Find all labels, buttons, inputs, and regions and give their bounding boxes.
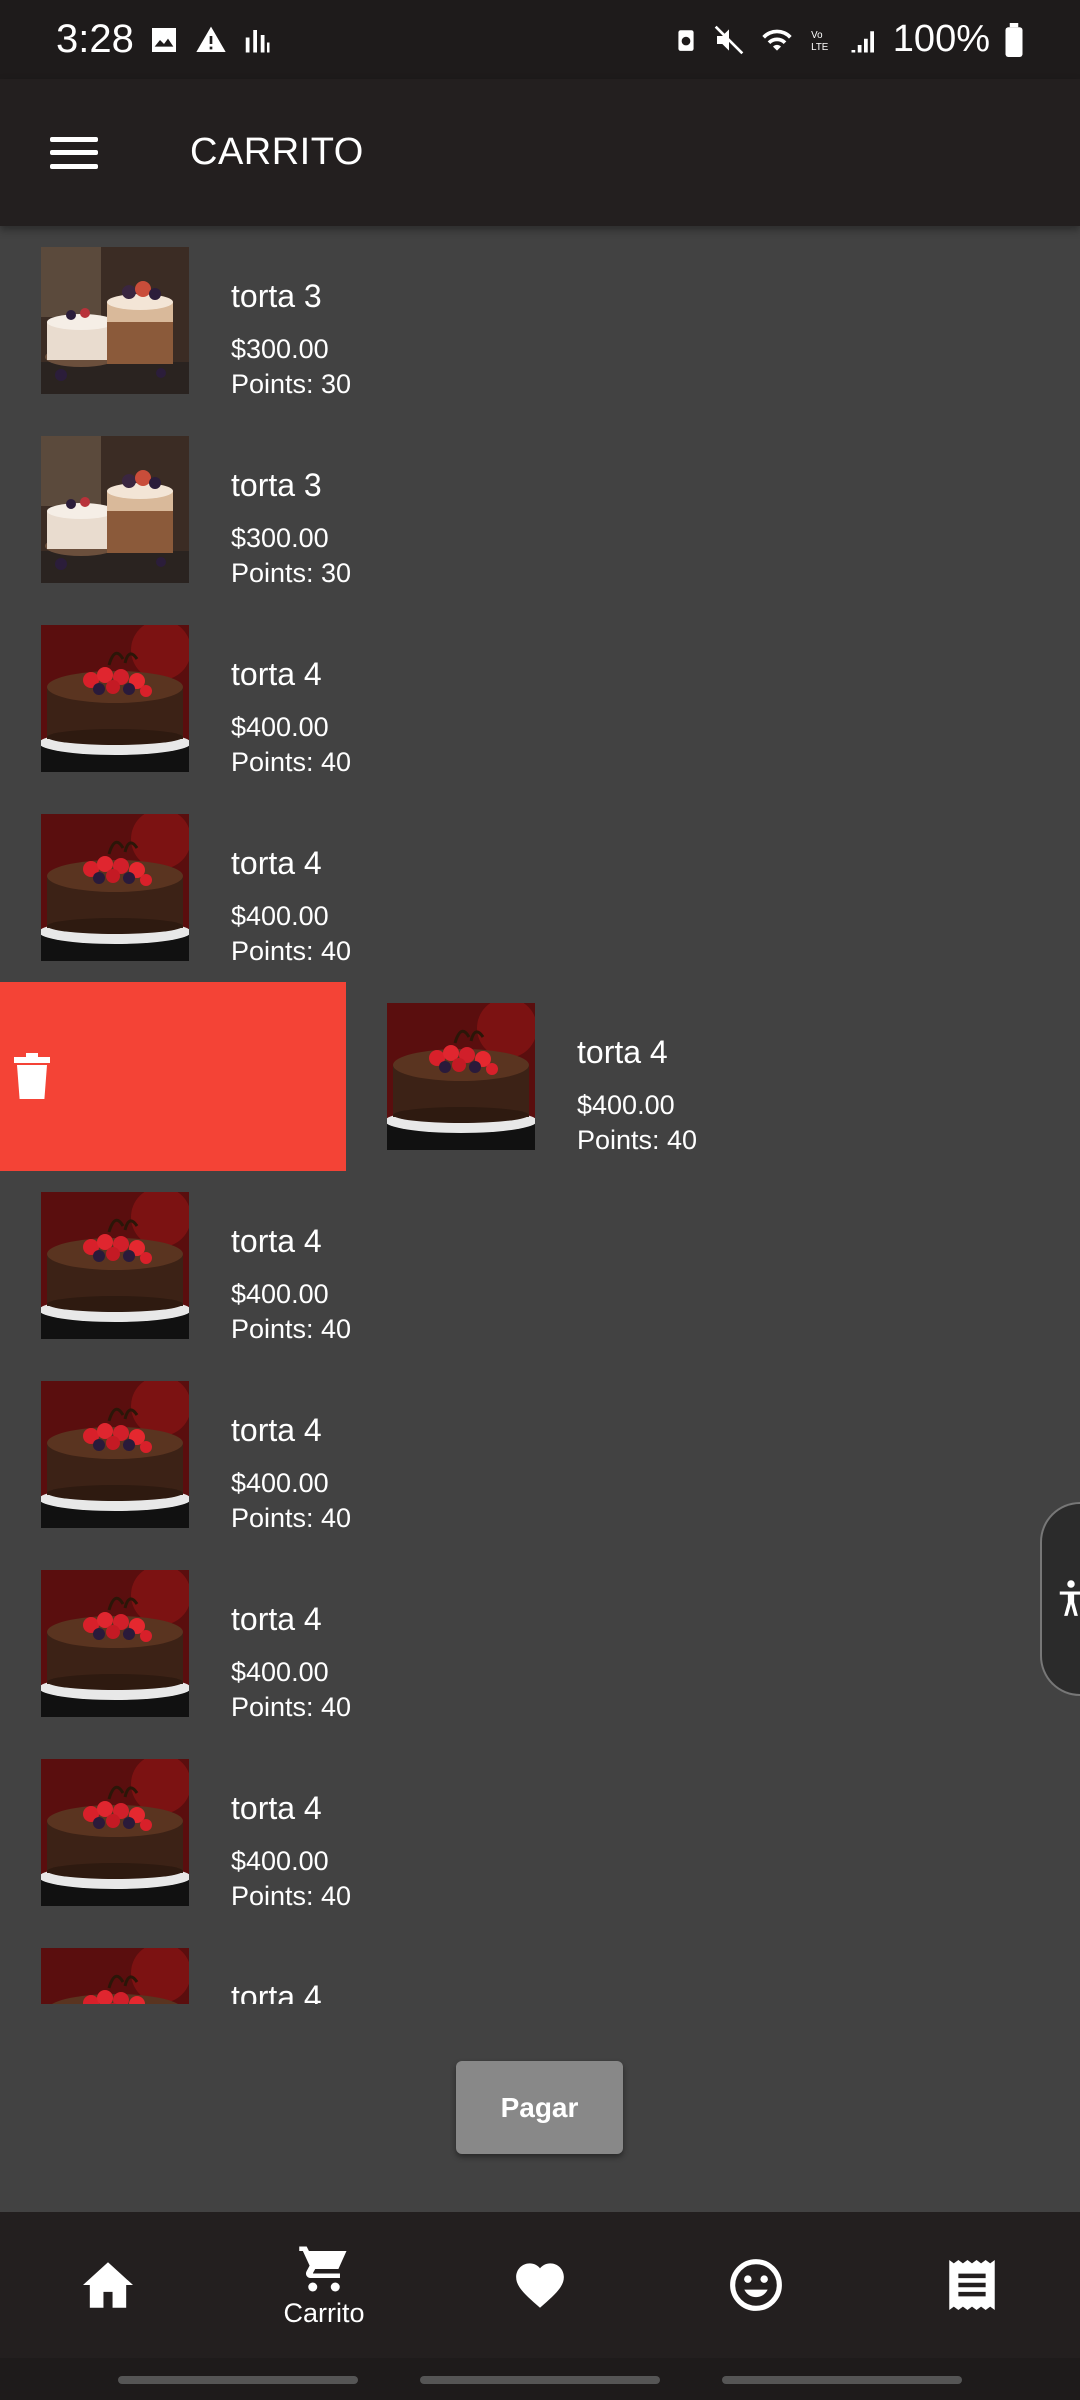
cake-image [41, 1192, 189, 1339]
item-price: $300.00 [231, 334, 329, 364]
item-price: $400.00 [231, 1468, 329, 1498]
cart-item[interactable]: torta 4 $400.00 Points: 40 [0, 1171, 1080, 1360]
nav-home[interactable] [0, 2212, 216, 2358]
status-time: 3:28 [56, 17, 134, 61]
item-points: Points: 40 [231, 747, 352, 777]
item-name: torta 4 [231, 1601, 322, 1637]
cart-icon [299, 2246, 347, 2291]
cake-image [41, 247, 189, 394]
signal-icon [851, 30, 874, 52]
item-points: Points: 40 [231, 1503, 352, 1533]
cake-image [41, 814, 189, 961]
cart-item-content[interactable]: torta 4 $400.00 Points: 40 [346, 982, 1080, 1171]
system-gesture-bar [0, 2358, 1080, 2400]
nav-orders[interactable] [864, 2212, 1080, 2358]
item-price: $400.00 [231, 1846, 329, 1876]
cart-item-content[interactable]: torta 4 $400.00 Points: 40 [0, 793, 1080, 982]
cart-item[interactable]: torta 4 [0, 1927, 1080, 2004]
cart-item-content[interactable]: torta 4 $400.00 Points: 40 [0, 604, 1080, 793]
item-points: Points: 30 [231, 558, 352, 588]
item-points: Points: 40 [231, 936, 352, 966]
cart-item-content[interactable]: torta 4 $400.00 Points: 40 [0, 1738, 1080, 1927]
item-points: Points: 40 [231, 1692, 352, 1722]
cart-list[interactable]: torta 3 $300.00 Points: 30 torta 3 $300.00 Po… [0, 226, 1080, 2004]
item-price: $400.00 [231, 1657, 329, 1687]
cake-image [41, 1759, 189, 1906]
item-points: Points: 30 [231, 369, 352, 399]
wifi-icon [762, 29, 792, 51]
bars-notification-icon [245, 29, 270, 52]
gesture-pill [722, 2376, 962, 2384]
status-bar: 3:28 Vo LTE 100% [0, 0, 1080, 79]
swipe-delete-action[interactable] [0, 982, 346, 1171]
cake-image [387, 1003, 535, 1150]
cart-item[interactable]: torta 4 $400.00 Points: 40 [0, 1738, 1080, 1927]
item-points: Points: 40 [231, 1314, 352, 1344]
cart-item[interactable]: torta 4 $400.00 Points: 40 [0, 982, 1080, 1171]
nav-profile[interactable] [648, 2212, 864, 2358]
item-name: torta 3 [231, 278, 322, 314]
svg-text:LTE: LTE [811, 41, 829, 52]
item-name: torta 4 [231, 1412, 322, 1448]
cart-item-content[interactable]: torta 3 $300.00 Points: 30 [0, 226, 1080, 415]
cart-item[interactable]: torta 4 $400.00 Points: 40 [0, 604, 1080, 793]
menu-icon[interactable] [50, 136, 98, 169]
page-title: CARRITO [190, 131, 364, 173]
item-name: torta 4 [231, 845, 322, 881]
cake-image [41, 1948, 189, 2004]
home-icon [83, 2262, 133, 2308]
item-price: $400.00 [577, 1090, 675, 1120]
item-name: torta 3 [231, 467, 322, 503]
bottom-navigation: Carrito [0, 2212, 1080, 2358]
trash-icon [14, 1053, 50, 1099]
nav-cart[interactable]: Carrito [216, 2212, 432, 2358]
cake-image [41, 625, 189, 772]
cart-item[interactable]: torta 3 $300.00 Points: 30 [0, 226, 1080, 415]
item-name: torta 4 [231, 656, 322, 692]
cart-item[interactable]: torta 4 $400.00 Points: 40 [0, 1360, 1080, 1549]
cart-item[interactable]: torta 4 $400.00 Points: 40 [0, 1549, 1080, 1738]
accessibility-button[interactable] [1040, 1502, 1080, 1696]
cart-item-content[interactable]: torta 4 $400.00 Points: 40 [0, 1171, 1080, 1360]
item-name: torta 4 [577, 1034, 668, 1070]
cart-item-content[interactable]: torta 4 $400.00 Points: 40 [0, 1549, 1080, 1738]
nav-cart-label: Carrito [283, 2297, 365, 2328]
item-name: torta 4 [231, 1790, 322, 1826]
smiley-icon [730, 2259, 782, 2311]
warning-icon [196, 26, 226, 52]
cake-image [41, 1570, 189, 1717]
item-price: $300.00 [231, 523, 329, 553]
mute-icon [714, 25, 744, 54]
status-right: Vo LTE 100% [673, 18, 1024, 61]
item-name: torta 4 [231, 1223, 322, 1259]
gesture-pill [118, 2376, 358, 2384]
item-points: Points: 40 [231, 1881, 352, 1911]
status-left: 3:28 [56, 17, 272, 62]
item-price: $400.00 [231, 901, 329, 931]
battery-icon [1005, 22, 1023, 57]
cart-item-content[interactable]: torta 4 [0, 1927, 1080, 2004]
cake-image [41, 436, 189, 583]
item-points: Points: 40 [577, 1125, 698, 1155]
gesture-pill [420, 2376, 660, 2384]
item-name: torta 4 [231, 1979, 322, 2004]
app-bar: CARRITO [0, 79, 1080, 226]
item-price: $400.00 [231, 712, 329, 742]
svg-text:Vo: Vo [811, 29, 823, 40]
volte-icon: VoLTE [811, 29, 829, 52]
item-price: $400.00 [231, 1279, 329, 1309]
receipt-icon [949, 2260, 995, 2310]
accessibility-icon [1059, 1580, 1080, 1616]
cart-item[interactable]: torta 4 $400.00 Points: 40 [0, 793, 1080, 982]
battery-saver-icon [678, 29, 694, 51]
cake-image [41, 1381, 189, 1528]
battery-percentage: 100% [892, 18, 990, 60]
cart-item[interactable]: torta 3 $300.00 Points: 30 [0, 415, 1080, 604]
pay-button[interactable]: Pagar [456, 2061, 623, 2154]
heart-icon [516, 2263, 564, 2308]
cart-item-content[interactable]: torta 3 $300.00 Points: 30 [0, 415, 1080, 604]
cart-item-content[interactable]: torta 4 $400.00 Points: 40 [0, 1360, 1080, 1549]
image-notification-icon [151, 27, 176, 52]
nav-favorites[interactable] [432, 2212, 648, 2358]
